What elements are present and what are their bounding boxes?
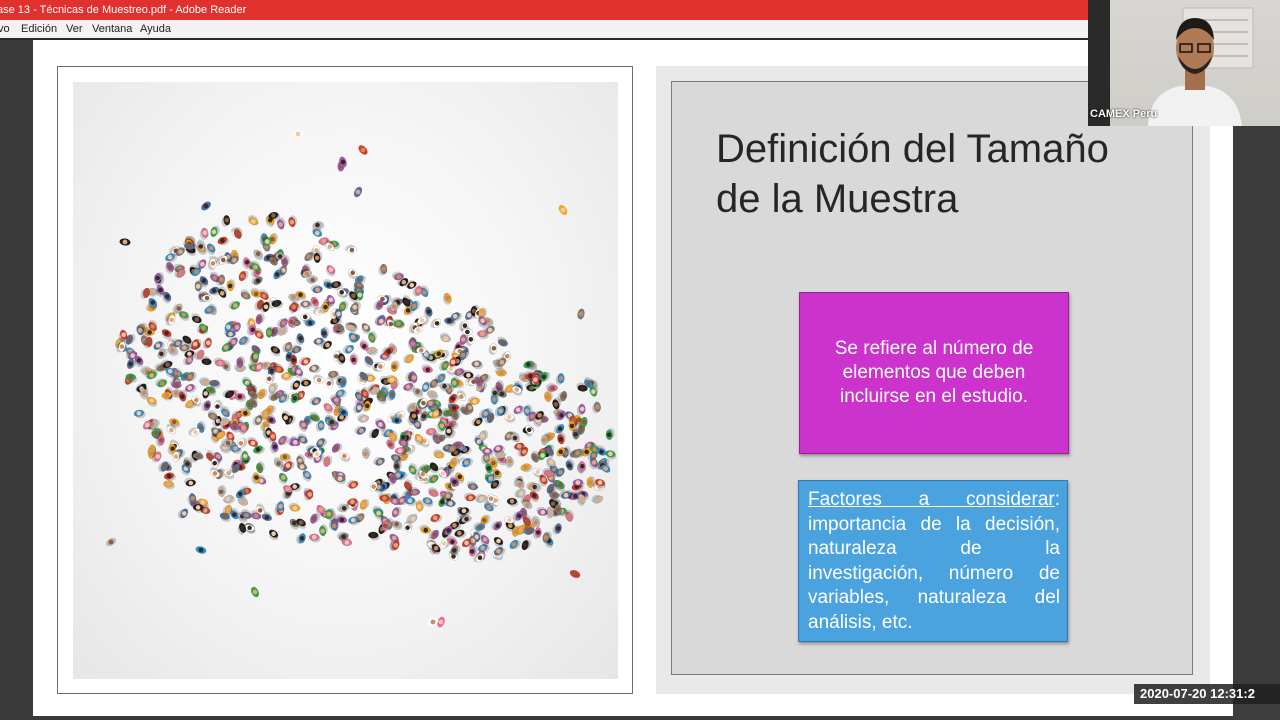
menu-item-ver[interactable]: Ver (66, 20, 83, 38)
window-title-bar: ase 13 - Técnicas de Muestreo.pdf - Adob… (0, 0, 1088, 20)
factors-text: importancia de la decisión, naturaleza d… (808, 513, 1060, 633)
timestamp-overlay: 2020-07-20 12:31:2 (1134, 684, 1280, 704)
factors-box: Factores a considerar: importancia de la… (798, 480, 1068, 642)
crowd-illustration (105, 130, 617, 628)
definition-box: Se refiere al número de elementos que de… (799, 292, 1069, 454)
slide-title-line-2: de la Muestra (716, 177, 959, 221)
definition-text: Se refiere al número de elementos que de… (834, 338, 1034, 407)
crowd-people (105, 130, 617, 628)
slide-title: Definición del Tamaño de la Muestra (716, 124, 1186, 224)
menu-item-ventana[interactable]: Ventana (92, 20, 132, 38)
window-title: ase 13 - Técnicas de Muestreo.pdf - Adob… (0, 4, 247, 16)
slide-title-line-1: Definición del Tamaño (716, 127, 1109, 171)
menu-item-ayuda[interactable]: Ayuda (140, 20, 171, 38)
factors-heading: Factores a considerar (808, 489, 1055, 510)
factors-colon: : (1054, 489, 1060, 510)
webcam-label: CAMEX Peru (1090, 108, 1158, 120)
menu-bar: vo Edición Ver Ventana Ayuda (0, 20, 1088, 40)
crowd-map-image (73, 82, 618, 679)
menu-item-archivo[interactable]: vo (0, 20, 10, 38)
viewport-edge (1234, 126, 1280, 684)
menu-item-edicion[interactable]: Edición (21, 20, 57, 38)
